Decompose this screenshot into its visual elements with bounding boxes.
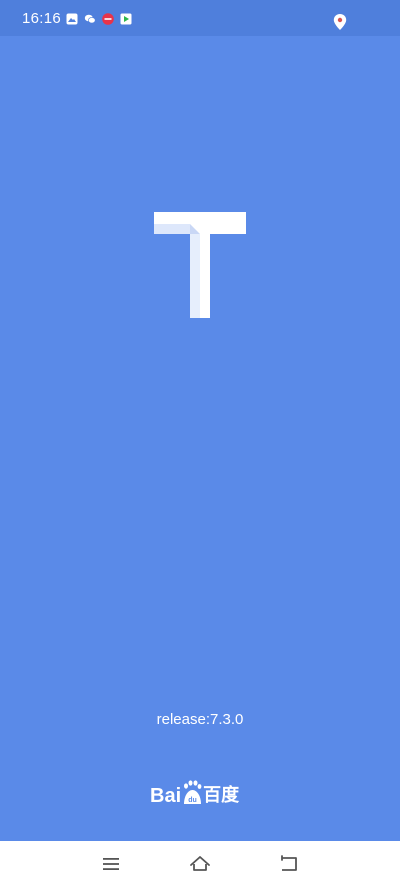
splash-screen: 16:16 release:7.3.0 Bai du 百度: [0, 0, 400, 888]
wechat-icon: [84, 14, 96, 24]
paw-icon: du: [184, 780, 202, 804]
brand-latin-text: Bai: [150, 785, 182, 807]
status-time: 16:16: [22, 10, 62, 27]
location-pin-icon: [333, 14, 347, 30]
news-app-icon: [102, 13, 114, 25]
notification-icons: [66, 13, 132, 25]
back-icon[interactable]: [278, 853, 300, 875]
baidu-logo: Bai du 百度: [150, 768, 250, 806]
svg-text:du: du: [188, 797, 197, 804]
menu-icon[interactable]: [100, 853, 122, 875]
navigation-bar: [0, 841, 400, 888]
app-logo: [154, 212, 246, 318]
brand-cjk-text: 百度: [203, 785, 240, 806]
gallery-app-icon: [66, 13, 78, 25]
status-bar: 16:16: [0, 0, 400, 36]
home-icon[interactable]: [189, 853, 211, 875]
release-version: release:7.3.0: [156, 711, 244, 728]
video-app-icon: [120, 13, 132, 25]
